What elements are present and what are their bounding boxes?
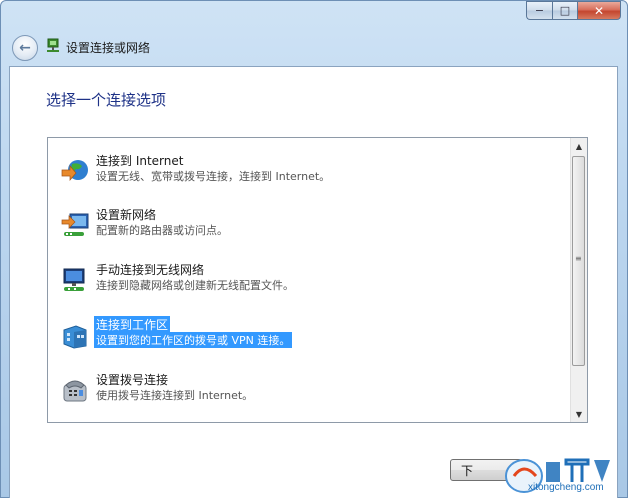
back-arrow-icon: ← — [19, 40, 31, 56]
back-button[interactable]: ← — [12, 35, 38, 61]
option-connect-workplace[interactable]: 连接到工作区 设置到您的工作区的拨号或 VPN 连接。 — [56, 316, 556, 356]
page-heading: 选择一个连接选项 — [46, 91, 167, 109]
dialup-phone-icon — [63, 380, 87, 402]
new-network-icon — [61, 213, 89, 236]
vertical-scrollbar[interactable]: ▲ ≡ ▼ — [570, 138, 587, 422]
option-dialup[interactable]: 设置拨号连接 使用拨号连接连接到 Internet。 — [56, 371, 556, 411]
option-manual-wireless[interactable]: 手动连接到无线网络 连接到隐藏网络或创建新无线配置文件。 — [56, 261, 556, 301]
scroll-up-icon[interactable]: ▲ — [571, 138, 587, 154]
globe-internet-icon — [61, 160, 88, 181]
option-description: 连接到隐藏网络或创建新无线配置文件。 — [96, 279, 294, 292]
grip-icon: ≡ — [575, 254, 582, 263]
watermark-text: xitongcheng.com — [528, 482, 604, 493]
option-description: 配置新的路由器或访问点。 — [96, 224, 228, 237]
maximize-button[interactable]: □ — [552, 1, 577, 20]
option-label: 设置新网络 — [96, 208, 157, 222]
scroll-down-icon[interactable]: ▼ — [571, 406, 587, 422]
option-description: 设置无线、宽带或拨号连接，连接到 Internet。 — [96, 170, 331, 183]
caption-buttons: − □ ✕ — [526, 1, 621, 21]
network-wizard-icon — [47, 38, 59, 52]
option-label: 手动连接到无线网络 — [96, 263, 205, 277]
minimize-button[interactable]: − — [526, 1, 552, 20]
connection-options-list[interactable]: 连接到 Internet 设置无线、宽带或拨号连接，连接到 Internet。 … — [47, 137, 588, 423]
option-label: 连接到工作区 — [94, 316, 171, 333]
wizard-content: 选择一个连接选项 连接到 Internet 设置无线、宽带或拨号连接，连接到 I… — [9, 66, 618, 498]
scrollbar-thumb[interactable]: ≡ — [572, 156, 585, 366]
option-connect-internet[interactable]: 连接到 Internet 设置无线、宽带或拨号连接，连接到 Internet。 — [56, 152, 556, 192]
close-button[interactable]: ✕ — [577, 1, 621, 20]
option-label: 设置拨号连接 — [96, 373, 169, 387]
option-description: 使用拨号连接连接到 Internet。 — [96, 389, 254, 402]
option-new-network[interactable]: 设置新网络 配置新的路由器或访问点。 — [56, 206, 556, 246]
window-title: 设置连接或网络 — [66, 41, 151, 55]
option-label: 连接到 Internet — [96, 154, 184, 168]
workplace-vpn-icon — [63, 325, 87, 349]
wireless-network-icon — [63, 268, 85, 291]
option-description: 设置到您的工作区的拨号或 VPN 连接。 — [94, 332, 293, 348]
